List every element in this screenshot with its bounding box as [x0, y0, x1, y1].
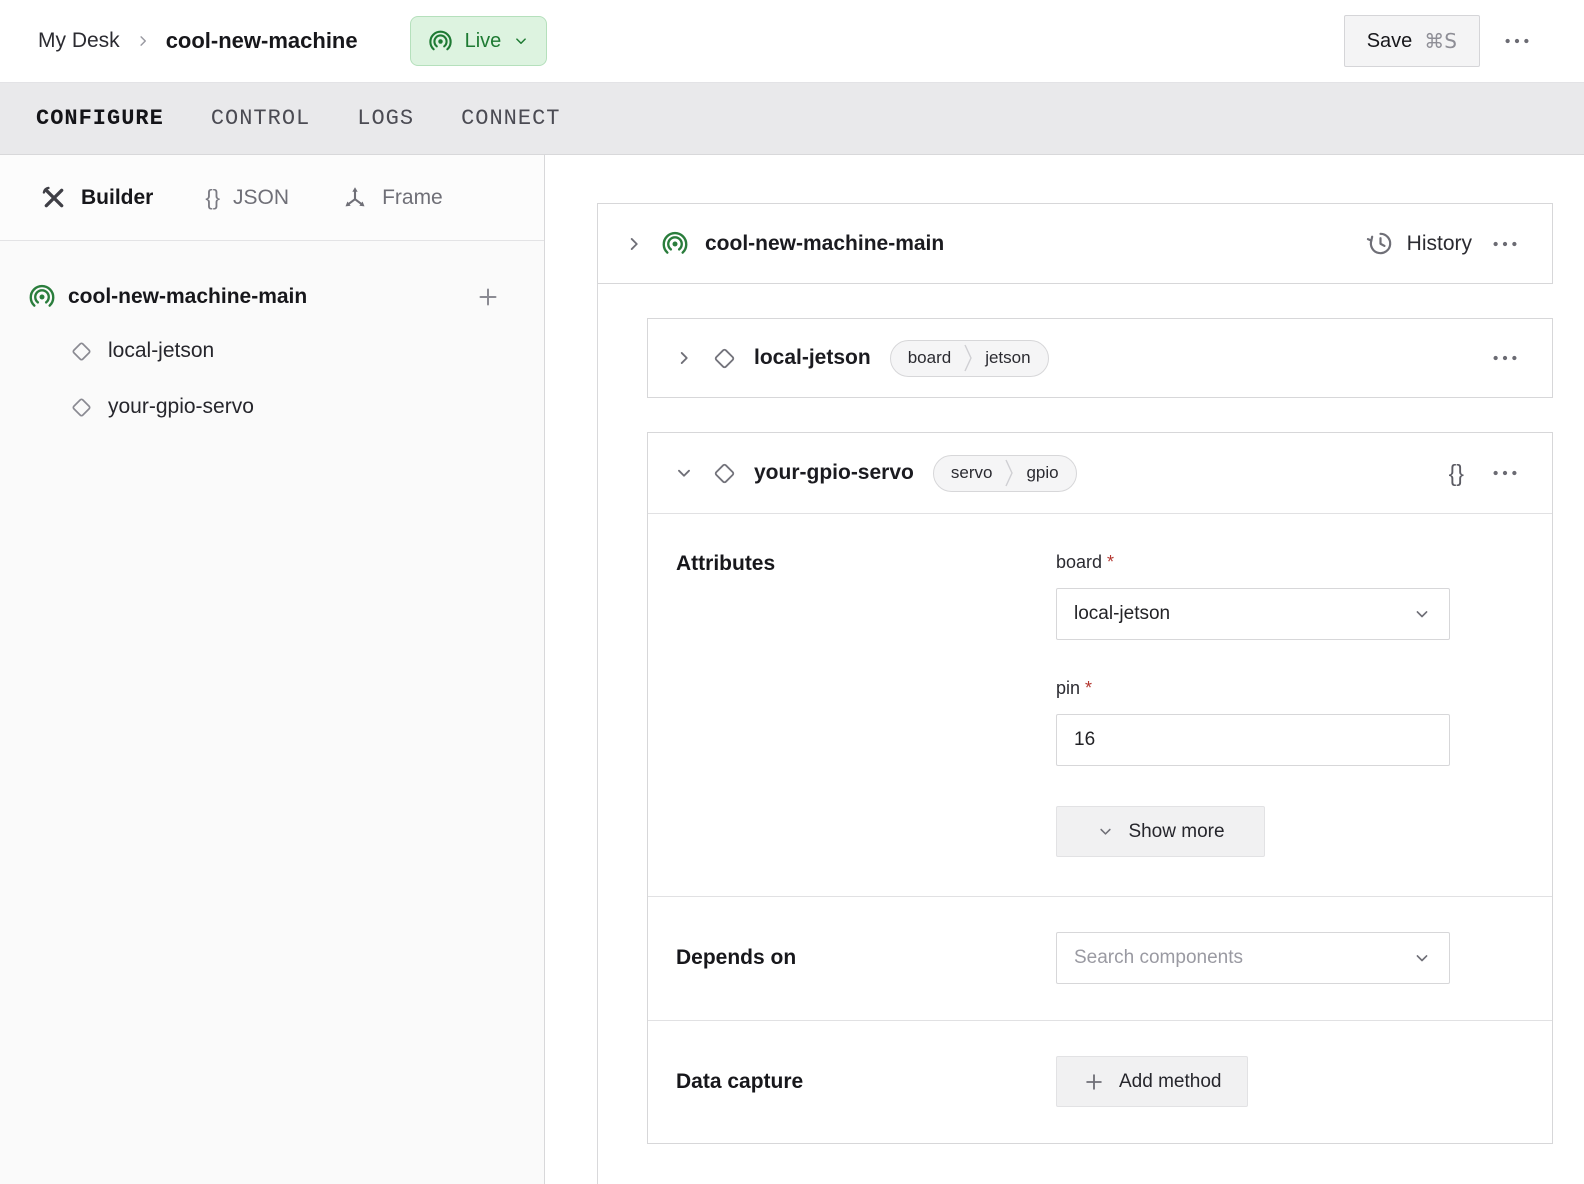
component-type-badge: servo gpio [933, 455, 1077, 492]
machine-card-more-button[interactable] [1482, 221, 1528, 267]
depends-on-section: Depends on Search components [648, 896, 1552, 1020]
add-component-button[interactable] [468, 277, 508, 317]
machine-part-card: cool-new-machine-main History [597, 203, 1553, 284]
component-more-button[interactable] [1482, 450, 1528, 496]
config-sidebar: Builder {} JSON [0, 155, 545, 1184]
config-main-panel: cool-new-machine-main History [545, 155, 1584, 1184]
tab-control[interactable]: CONTROL [211, 106, 310, 131]
required-asterisk: * [1085, 678, 1092, 698]
show-more-label: Show more [1128, 821, 1224, 843]
component-type: board [908, 348, 951, 368]
board-label-text: board [1056, 552, 1102, 572]
primary-tab-bar: CONFIGURE CONTROL LOGS CONNECT [0, 83, 1584, 155]
plus-icon [1083, 1071, 1105, 1093]
component-card-your-gpio-servo: your-gpio-servo servo gpio {} [647, 432, 1553, 1144]
depends-on-select[interactable]: Search components [1056, 932, 1450, 984]
required-asterisk: * [1107, 552, 1114, 572]
pin-field-label: pin* [1056, 678, 1451, 699]
pin-label-text: pin [1056, 678, 1080, 698]
history-icon [1366, 229, 1395, 258]
badge-divider-icon [1004, 457, 1014, 489]
chevron-down-icon [512, 32, 530, 50]
pin-input[interactable] [1056, 714, 1450, 766]
tools-icon [40, 184, 68, 212]
header-more-menu-button[interactable] [1494, 18, 1540, 64]
tree-item-label: your-gpio-servo [108, 395, 254, 419]
view-mode-switcher: Builder {} JSON [0, 155, 544, 241]
board-select-value: local-jetson [1074, 603, 1170, 625]
view-mode-label: JSON [233, 186, 289, 210]
expand-chevron-right-icon[interactable] [673, 347, 695, 369]
data-capture-heading: Data capture [676, 1070, 1056, 1094]
frame-axes-icon [341, 184, 369, 212]
component-more-button[interactable] [1482, 335, 1528, 381]
attributes-section: Attributes board* local-jetson [648, 513, 1552, 896]
add-method-button[interactable]: Add method [1056, 1056, 1248, 1107]
depends-on-heading: Depends on [676, 946, 1056, 970]
chevron-down-icon [1096, 822, 1115, 841]
chevron-right-icon [134, 32, 152, 50]
depends-on-placeholder: Search components [1074, 947, 1243, 969]
edit-json-button[interactable]: {} [1441, 456, 1472, 491]
save-shortcut: ⌘S [1424, 29, 1457, 53]
component-diamond-icon [68, 394, 95, 421]
component-diamond-icon [68, 338, 95, 365]
chevron-down-icon [1412, 604, 1432, 624]
history-label: History [1407, 232, 1472, 256]
machine-part-icon [660, 229, 690, 259]
machine-part-icon [27, 282, 57, 312]
view-mode-frame[interactable]: Frame [341, 184, 443, 212]
breadcrumb-parent-link[interactable]: My Desk [38, 29, 120, 53]
component-diamond-icon [710, 344, 739, 373]
add-method-label: Add method [1119, 1071, 1221, 1093]
view-mode-json[interactable]: {} JSON [205, 185, 289, 211]
tab-connect[interactable]: CONNECT [461, 106, 560, 131]
component-card-header: your-gpio-servo servo gpio {} [648, 433, 1552, 513]
component-title: local-jetson [754, 346, 871, 370]
component-title: your-gpio-servo [754, 461, 914, 485]
chevron-down-icon [1412, 948, 1432, 968]
view-mode-builder[interactable]: Builder [40, 184, 153, 212]
machine-status-badge[interactable]: Live [410, 16, 548, 66]
badge-divider-icon [963, 342, 973, 374]
board-select[interactable]: local-jetson [1056, 588, 1450, 640]
tree-item-your-gpio-servo[interactable]: your-gpio-servo [0, 379, 544, 435]
component-model: jetson [985, 348, 1030, 368]
machine-part-icon [427, 28, 454, 55]
data-capture-section: Data capture Add method [648, 1020, 1552, 1143]
collapse-chevron-down-icon[interactable] [673, 462, 695, 484]
breadcrumb-current: cool-new-machine [166, 28, 358, 54]
app-window: My Desk cool-new-machine Live Save ⌘S CO… [0, 0, 1584, 1184]
component-model: gpio [1026, 463, 1058, 483]
top-bar: My Desk cool-new-machine Live Save ⌘S [0, 0, 1584, 83]
machine-part-title: cool-new-machine-main [705, 232, 944, 256]
component-card-local-jetson: local-jetson board jetson [647, 318, 1553, 398]
tree-item-local-jetson[interactable]: local-jetson [0, 323, 544, 379]
component-diamond-icon [710, 459, 739, 488]
show-more-button[interactable]: Show more [1056, 806, 1265, 857]
view-mode-label: Frame [382, 186, 443, 210]
component-list: local-jetson board jetson [597, 284, 1553, 1184]
breadcrumb: My Desk cool-new-machine [38, 28, 358, 54]
status-label: Live [465, 30, 502, 53]
tab-configure[interactable]: CONFIGURE [36, 106, 164, 131]
tree-root-label: cool-new-machine-main [68, 285, 307, 309]
tree-item-label: local-jetson [108, 339, 214, 363]
history-button[interactable]: History [1366, 229, 1472, 258]
content-area: Builder {} JSON [0, 155, 1584, 1184]
attributes-heading: Attributes [676, 552, 1056, 857]
tree-item-machine-part[interactable]: cool-new-machine-main [0, 271, 544, 323]
machine-tree: cool-new-machine-main local-jetson your [0, 241, 544, 435]
tab-logs[interactable]: LOGS [357, 106, 414, 131]
save-button[interactable]: Save ⌘S [1344, 15, 1480, 67]
component-type-badge: board jetson [890, 340, 1049, 377]
board-field-label: board* [1056, 552, 1451, 573]
save-label: Save [1367, 30, 1413, 53]
expand-chevron-right-icon[interactable] [623, 233, 645, 255]
view-mode-label: Builder [81, 186, 153, 210]
braces-icon: {} [205, 185, 220, 211]
component-type: servo [951, 463, 993, 483]
